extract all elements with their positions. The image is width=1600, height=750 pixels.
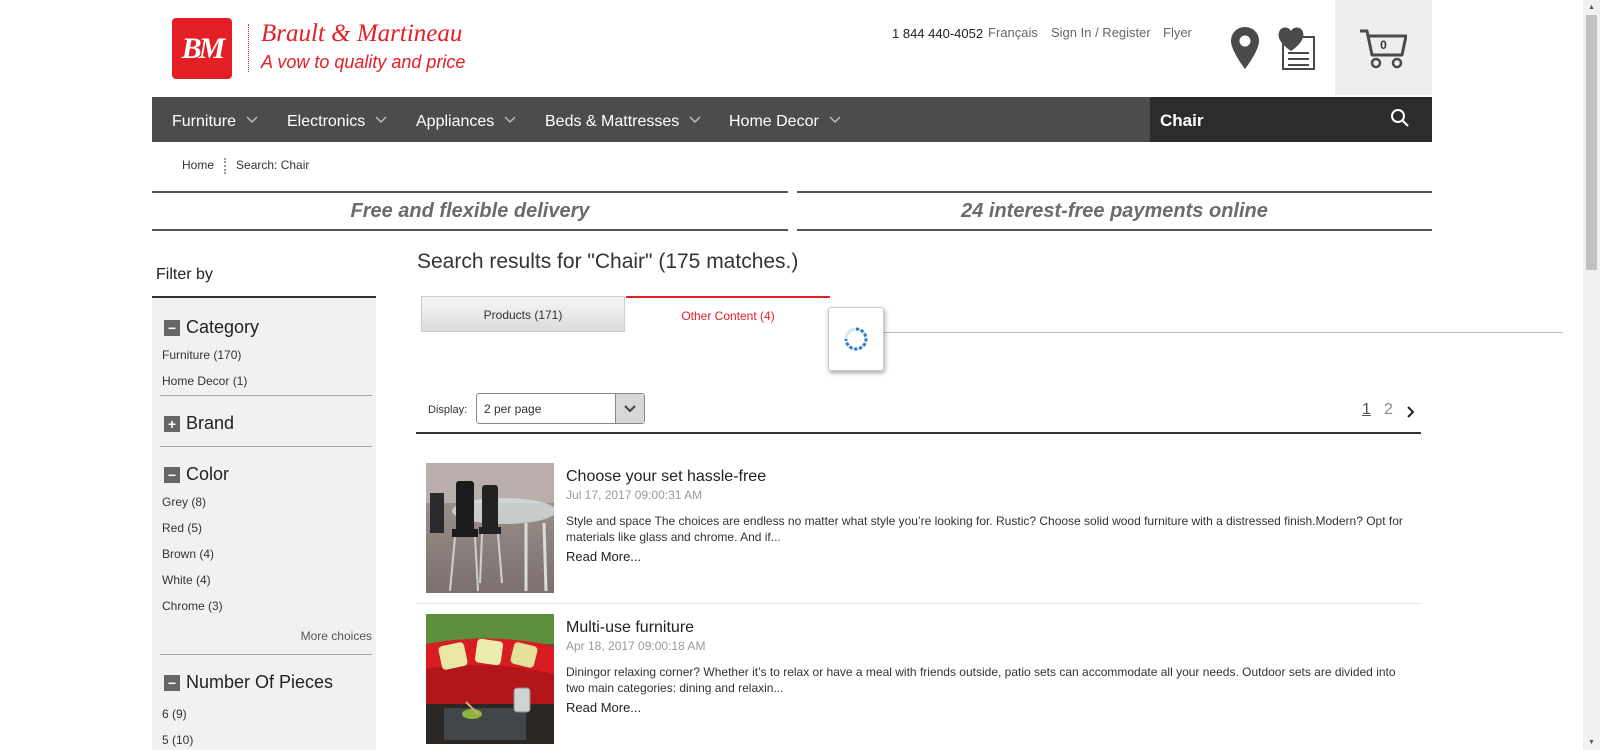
promo-delivery[interactable]: Free and flexible delivery	[152, 191, 788, 231]
facet-color[interactable]: − Color	[164, 464, 229, 485]
scroll-thumb[interactable]	[1586, 15, 1597, 270]
result-title[interactable]: Choose your set hassle-free	[566, 468, 766, 486]
breadcrumb-home[interactable]: Home	[182, 158, 214, 172]
search-input[interactable]	[1158, 103, 1382, 138]
search-icon[interactable]	[1390, 108, 1410, 133]
nav-furniture[interactable]: Furniture	[172, 97, 258, 142]
brand-name[interactable]: Brault & Martineau	[261, 20, 462, 48]
nav-label: Home Decor	[729, 113, 819, 130]
tab-products[interactable]: Products (171)	[421, 296, 625, 332]
phone-number[interactable]: 1 844 440-4052	[892, 26, 983, 41]
spinner-icon	[844, 327, 868, 351]
nav-home-decor[interactable]: Home Decor	[729, 97, 841, 142]
facet-label: Color	[186, 464, 230, 484]
page: BM Brault & Martineau A vow to quality a…	[152, 0, 1563, 750]
result-thumbnail[interactable]	[426, 614, 554, 744]
chevron-down-icon	[615, 394, 644, 423]
flyer-link[interactable]: Flyer	[1163, 25, 1192, 40]
result-date: Jul 17, 2017 09:00:31 AM	[566, 488, 703, 502]
sign-in-link[interactable]: Sign In / Register	[1051, 25, 1151, 40]
minus-icon: −	[164, 674, 180, 691]
breadcrumb: Home Search: Chair	[182, 158, 309, 174]
heart-list-icon[interactable]	[1276, 25, 1316, 76]
filter-title: Filter by	[156, 266, 213, 283]
facet-option[interactable]: Home Decor (1)	[162, 374, 247, 388]
result-thumbnail[interactable]	[426, 463, 556, 593]
result-date: Apr 18, 2017 09:00:18 AM	[566, 639, 706, 653]
facet-number-of-pieces[interactable]: − Number Of Pieces	[164, 672, 333, 693]
minus-icon: −	[164, 466, 180, 483]
location-pin-icon[interactable]	[1230, 26, 1260, 75]
facet-divider	[160, 654, 372, 655]
result-divider	[416, 603, 1421, 604]
result-description: Style and space The choices are endless …	[566, 514, 1403, 544]
chevron-down-icon	[829, 97, 841, 142]
list-item: Multi-use furniture Apr 18, 2017 09:00:1…	[416, 614, 1421, 750]
facet-brand[interactable]: + Brand	[164, 413, 234, 434]
chevron-down-icon	[246, 97, 258, 142]
page-link-1[interactable]: 1	[1362, 401, 1371, 419]
breadcrumb-current: Search: Chair	[236, 158, 310, 173]
cart-count: 0	[1380, 38, 1387, 52]
list-item: Choose your set hassle-free Jul 17, 2017…	[416, 463, 1421, 603]
facet-option[interactable]: Red (5)	[162, 521, 202, 535]
facet-option[interactable]: Chrome (3)	[162, 599, 223, 613]
result-description: Diningor relaxing corner? Whether it’s t…	[566, 665, 1396, 695]
page-scrollbar[interactable]: ▲ ▼	[1583, 0, 1600, 750]
nav-appliances[interactable]: Appliances	[416, 97, 516, 142]
nav-label: Furniture	[172, 113, 237, 130]
facet-option[interactable]: Brown (4)	[162, 547, 214, 561]
results-divider	[416, 432, 1421, 434]
filter-panel: − Category Furniture (170) Home Decor (1)…	[152, 298, 376, 750]
breadcrumb-separator	[224, 158, 227, 174]
results-title: Search results for "Chair" (175 matches.…	[417, 250, 799, 273]
brand-tagline: A vow to quality and price	[261, 52, 466, 72]
nav-label: Appliances	[416, 113, 495, 130]
chevron-down-icon	[375, 97, 387, 142]
result-title[interactable]: Multi-use furniture	[566, 619, 694, 637]
language-link[interactable]: Français	[988, 25, 1038, 40]
read-more-link[interactable]: Read More...	[566, 549, 641, 564]
facet-option[interactable]: 5 (10)	[162, 733, 193, 747]
chevron-right-icon[interactable]	[1406, 405, 1416, 423]
facet-label: Category	[186, 317, 260, 337]
facet-option[interactable]: Furniture (170)	[162, 348, 241, 362]
minus-icon: −	[164, 319, 180, 336]
page-link-2[interactable]: 2	[1384, 401, 1393, 419]
loading-spinner	[828, 307, 884, 371]
facet-option[interactable]: 6 (9)	[162, 707, 187, 721]
filter-sidebar: Filter by − Category Furniture (170) Home…	[152, 250, 376, 750]
read-more-link[interactable]: Read More...	[566, 700, 641, 715]
per-page-value: 2 per page	[484, 402, 542, 416]
tab-other-content[interactable]: Other Content (4)	[626, 296, 830, 332]
tab-divider	[872, 332, 1563, 333]
facet-divider	[160, 446, 372, 447]
nav-label: Electronics	[287, 113, 366, 130]
nav-beds-mattresses[interactable]: Beds & Mattresses	[545, 97, 701, 142]
per-page-select[interactable]: 2 per page	[476, 393, 645, 424]
promo-payments[interactable]: 24 interest-free payments online	[797, 191, 1432, 231]
chevron-down-icon	[689, 97, 701, 142]
facet-label: Number Of Pieces	[186, 672, 334, 692]
logo[interactable]: BM	[172, 18, 232, 79]
logo-text: BM	[181, 31, 226, 65]
search-bar	[1150, 97, 1432, 142]
chevron-down-icon	[504, 97, 516, 142]
facet-divider	[160, 395, 372, 396]
cart-button[interactable]: 0	[1335, 0, 1432, 95]
facet-option[interactable]: Grey (8)	[162, 495, 206, 509]
scroll-up-icon[interactable]: ▲	[1583, 0, 1600, 15]
facet-option[interactable]: White (4)	[162, 573, 211, 587]
display-label: Display:	[428, 404, 468, 416]
plus-icon: +	[164, 415, 180, 432]
more-choices-link[interactable]: More choices	[301, 629, 372, 643]
scroll-down-icon[interactable]: ▼	[1583, 735, 1600, 750]
nav-electronics[interactable]: Electronics	[287, 97, 387, 142]
nav-label: Beds & Mattresses	[545, 113, 680, 130]
facet-label: Brand	[186, 413, 235, 433]
main-nav: Furniture Electronics Appliances Beds & …	[152, 97, 1432, 142]
facet-category[interactable]: − Category	[164, 317, 259, 338]
logo-divider	[248, 24, 249, 72]
